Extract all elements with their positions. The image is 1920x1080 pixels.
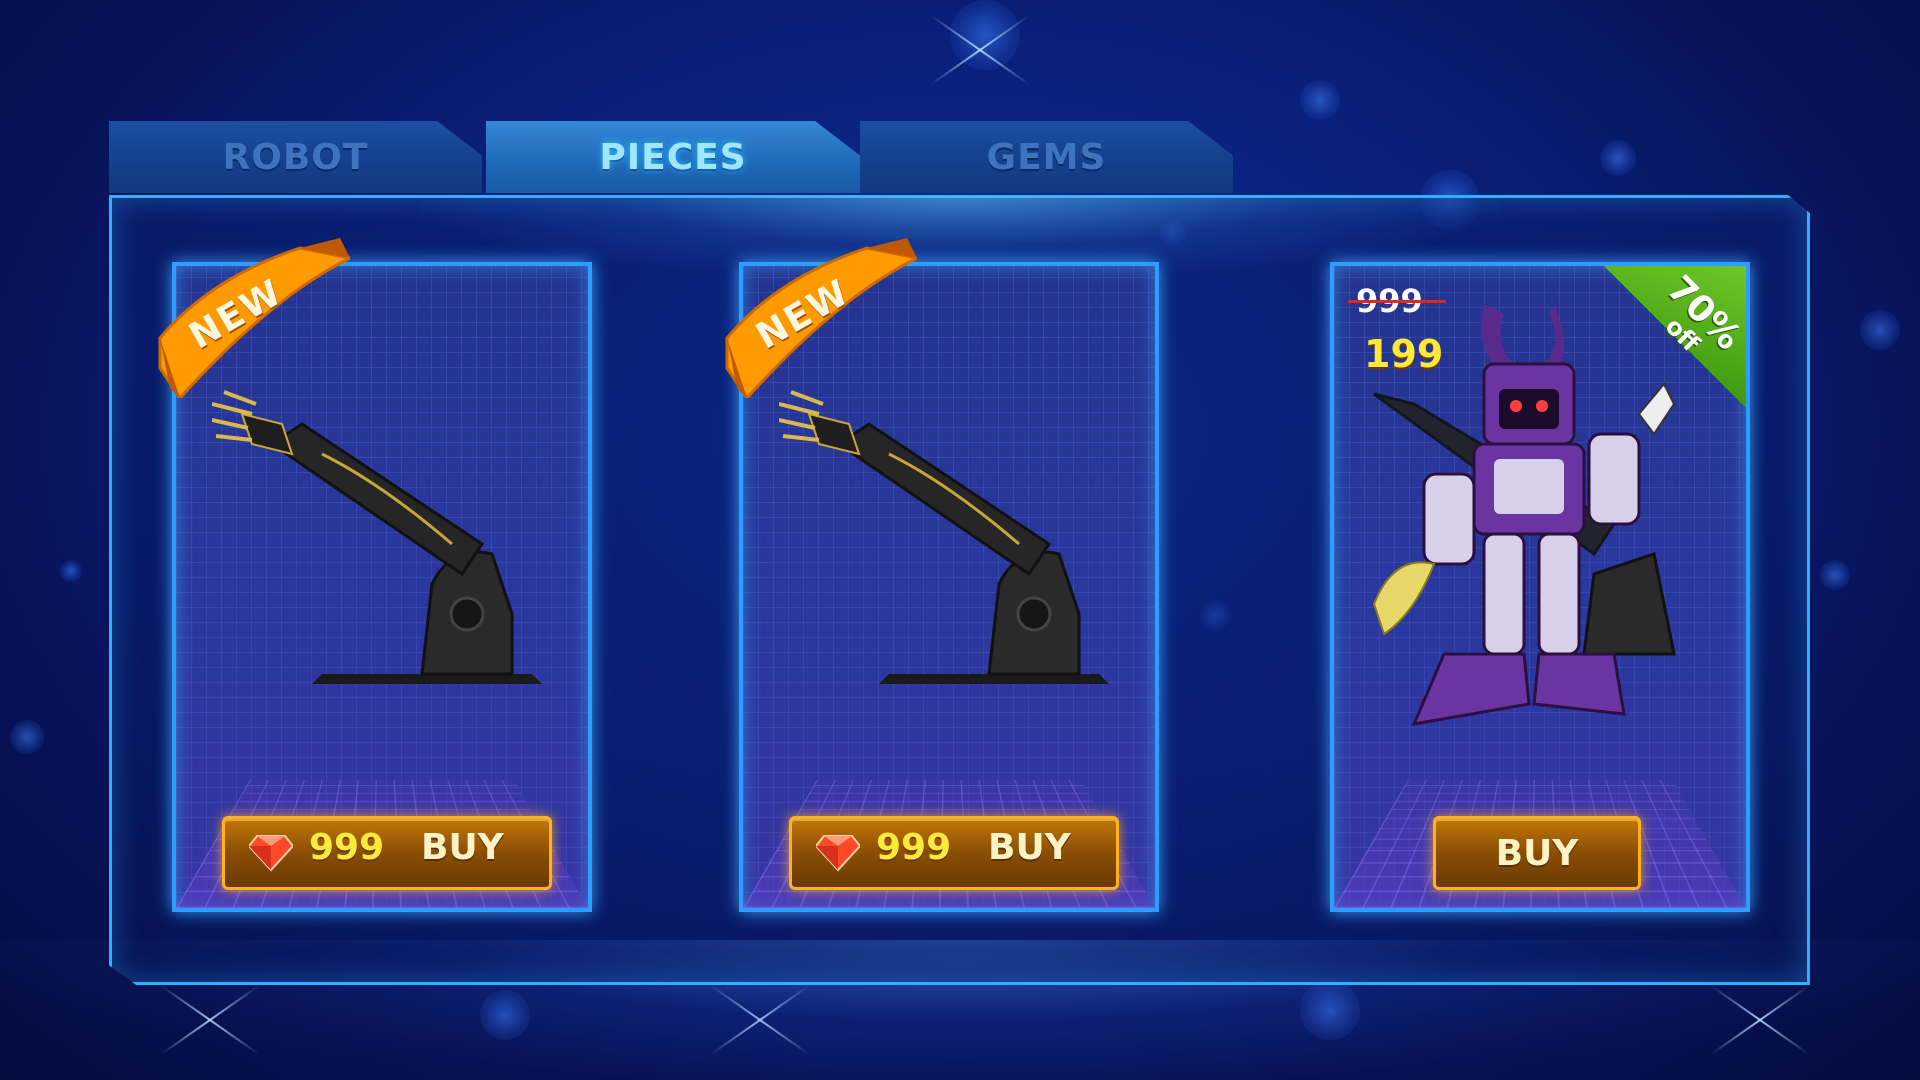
bokeh-decoration: [10, 720, 44, 754]
sparkle-star: [920, 0, 1040, 110]
price-value: 999: [876, 827, 952, 868]
gem-icon: [249, 835, 293, 872]
strikethrough-line: [1348, 300, 1446, 303]
buy-label: BUY: [421, 827, 504, 868]
tab-gems[interactable]: GEMS: [860, 121, 1233, 193]
tab-gems-label: GEMS: [986, 136, 1107, 178]
buy-button[interactable]: BUY: [1433, 816, 1641, 890]
bokeh-decoration: [1860, 310, 1900, 350]
buy-button[interactable]: 999 BUY: [222, 816, 552, 890]
robotic-arm-image: [779, 390, 1109, 684]
shop-item-card[interactable]: 70% off 999 199 BUY: [1330, 262, 1750, 912]
bokeh-decoration: [1300, 80, 1340, 120]
tab-robot[interactable]: ROBOT: [109, 121, 482, 193]
buy-label: BUY: [1495, 832, 1579, 874]
price-value: 999: [309, 827, 385, 868]
new-ribbon-badge: NEW: [717, 238, 922, 401]
bokeh-decoration: [60, 560, 82, 582]
tab-pieces[interactable]: PIECES: [486, 121, 860, 193]
sale-price: 199: [1364, 332, 1444, 376]
buy-label: BUY: [988, 827, 1071, 868]
tab-robot-label: ROBOT: [222, 136, 369, 178]
bokeh-decoration: [1600, 140, 1636, 176]
buy-button[interactable]: 999 BUY: [789, 816, 1119, 890]
gem-icon: [816, 835, 860, 872]
bokeh-decoration: [1820, 560, 1850, 590]
tab-pieces-label: PIECES: [599, 136, 747, 178]
robotic-arm-image: [212, 390, 542, 684]
new-ribbon-badge: NEW: [150, 238, 355, 401]
